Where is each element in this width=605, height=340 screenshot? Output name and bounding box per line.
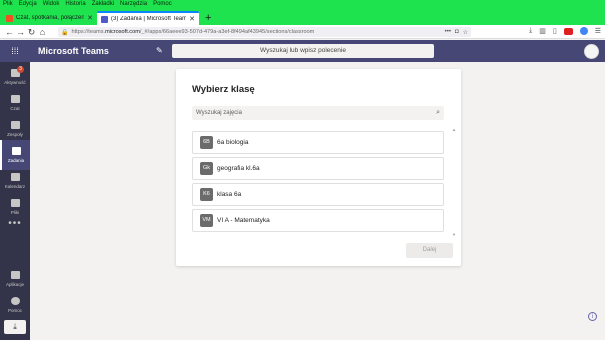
rail-label: Czat bbox=[10, 106, 20, 111]
downloads-icon[interactable]: ⤓ bbox=[529, 27, 532, 35]
new-chat-icon[interactable]: ✎ bbox=[156, 46, 163, 55]
class-search-input[interactable]: Wyszukaj zajęcia ⌕ bbox=[192, 106, 444, 120]
toolbar-right: ⤓ ▥ ▯ ☰ bbox=[529, 27, 601, 35]
class-item[interactable]: K6 klasa 6a bbox=[192, 183, 444, 206]
choose-class-dialog: Wybierz klasę Wyszukaj zajęcia ⌕ 6B 6a b… bbox=[176, 69, 461, 266]
teams-logo-icon bbox=[101, 15, 108, 23]
close-tab-icon[interactable]: ✕ bbox=[87, 14, 93, 22]
url-actions: ••• ◘ ☆ bbox=[445, 29, 468, 36]
browser-tab-chat[interactable]: Czat, spotkania, połączenia, w... ✕ bbox=[2, 11, 97, 25]
rail-label: Pomoc bbox=[7, 308, 22, 313]
info-icon[interactable]: i bbox=[588, 312, 597, 321]
class-avatar: K6 bbox=[200, 188, 213, 201]
notification-badge: 3 bbox=[17, 66, 24, 73]
sidebar-icon[interactable]: ▯ bbox=[553, 27, 557, 35]
rail-item-help[interactable]: Pomoc bbox=[0, 290, 30, 320]
calendar-icon bbox=[10, 173, 20, 181]
scroll-down-arrow-icon[interactable]: ▼ bbox=[452, 232, 456, 237]
class-name: klasa 6a bbox=[217, 191, 242, 198]
youtube-extension-icon[interactable] bbox=[563, 27, 573, 35]
browser-tab-assignments[interactable]: (3) Zadania | Microsoft Teams ✕ bbox=[97, 11, 199, 25]
class-avatar: Gk bbox=[200, 162, 213, 175]
rail-label: Pliki bbox=[10, 210, 20, 215]
user-avatar[interactable] bbox=[584, 44, 599, 59]
assignments-icon bbox=[11, 147, 21, 155]
rail-label: Kalendarz bbox=[4, 184, 26, 189]
microsoft-logo-icon bbox=[6, 14, 13, 22]
menu-file[interactable]: Plik bbox=[3, 0, 13, 9]
class-name: 6a biologia bbox=[217, 139, 249, 146]
back-arrow-icon[interactable]: ← bbox=[4, 25, 15, 39]
more-apps-icon[interactable]: ••• bbox=[0, 218, 30, 229]
reload-icon[interactable]: ↻ bbox=[26, 25, 37, 39]
search-icon: ⌕ bbox=[436, 109, 440, 116]
chat-icon bbox=[10, 95, 20, 103]
library-icon[interactable]: ▥ bbox=[539, 27, 546, 35]
apps-icon bbox=[10, 271, 20, 279]
class-name: geografia kl.6a bbox=[217, 165, 260, 172]
url-text: https://teams.microsoft.com/_#/apps/66ae… bbox=[71, 29, 315, 35]
class-item[interactable]: VM VI A - Matematyka bbox=[192, 209, 444, 232]
download-app-icon[interactable]: ⤓ bbox=[4, 320, 26, 334]
browser-menu-bar: Plik Edycja Widok Historia Zakładki Narz… bbox=[0, 0, 605, 9]
class-name: VI A - Matematyka bbox=[217, 217, 270, 224]
class-list: 6B 6a biologia Gk geografia kl.6a K6 kla… bbox=[192, 131, 444, 235]
more-dots-icon[interactable]: ••• bbox=[445, 29, 451, 36]
class-item[interactable]: Gk geografia kl.6a bbox=[192, 157, 444, 180]
class-list-scrollbar[interactable]: ▲ ▼ bbox=[452, 127, 457, 237]
scroll-up-arrow-icon[interactable]: ▲ bbox=[452, 127, 456, 132]
close-tab-icon[interactable]: ✕ bbox=[189, 15, 195, 23]
class-avatar: VM bbox=[200, 214, 213, 227]
menu-tools[interactable]: Narzędzia bbox=[120, 0, 147, 9]
rail-label: Zespoły bbox=[7, 132, 23, 137]
teams-header: ⁞⁞⁞ Microsoft Teams ✎ Wyszukaj lub wpisz… bbox=[0, 40, 605, 62]
browser-nav-bar: ← → ↻ ⌂ 🔒 https://teams.microsoft.com/_#… bbox=[0, 25, 605, 39]
file-icon bbox=[10, 199, 20, 207]
class-search-placeholder: Wyszukaj zajęcia bbox=[196, 110, 242, 116]
app-launcher-icon[interactable]: ⁞⁞⁞ bbox=[0, 46, 30, 56]
hamburger-menu-icon[interactable]: ☰ bbox=[595, 27, 601, 35]
bookmark-star-icon[interactable]: ☆ bbox=[463, 29, 468, 36]
browser-tab-strip: Czat, spotkania, połączenia, w... ✕ (3) … bbox=[0, 9, 605, 25]
url-bar[interactable]: 🔒 https://teams.microsoft.com/_#/apps/66… bbox=[58, 27, 471, 37]
command-search-input[interactable]: Wyszukaj lub wpisz polecenie bbox=[172, 44, 434, 58]
new-tab-plus-icon[interactable]: + bbox=[199, 11, 217, 25]
home-icon[interactable]: ⌂ bbox=[37, 25, 48, 39]
dialog-title: Wybierz klasę bbox=[192, 84, 255, 95]
google-extension-icon[interactable] bbox=[579, 27, 588, 35]
rail-label: Aplikacje bbox=[5, 282, 24, 287]
teams-app-rail: Aktywność 3 Czat Zespoły Zadania Kalenda… bbox=[0, 62, 30, 340]
rail-label: Aktywność bbox=[4, 80, 26, 85]
class-avatar: 6B bbox=[200, 136, 213, 149]
main-content: Wybierz klasę Wyszukaj zajęcia ⌕ 6B 6a b… bbox=[30, 62, 605, 340]
pocket-icon[interactable]: ◘ bbox=[455, 29, 459, 36]
class-item[interactable]: 6B 6a biologia bbox=[192, 131, 444, 154]
rail-label: Zadania bbox=[7, 158, 25, 163]
forward-arrow-icon[interactable]: → bbox=[15, 25, 26, 39]
help-icon bbox=[10, 297, 20, 305]
tab-title: Czat, spotkania, połączenia, w... bbox=[16, 15, 85, 21]
menu-view[interactable]: Widok bbox=[43, 0, 60, 9]
menu-bookmarks[interactable]: Zakładki bbox=[92, 0, 114, 9]
lock-icon: 🔒 bbox=[61, 29, 69, 36]
menu-edit[interactable]: Edycja bbox=[19, 0, 37, 9]
next-button[interactable]: Dalej bbox=[406, 243, 453, 258]
app-name: Microsoft Teams bbox=[38, 46, 109, 56]
teams-icon bbox=[10, 121, 20, 129]
tab-title: (3) Zadania | Microsoft Teams bbox=[111, 16, 187, 22]
menu-history[interactable]: Historia bbox=[65, 0, 85, 9]
menu-help[interactable]: Pomoc bbox=[153, 0, 172, 9]
